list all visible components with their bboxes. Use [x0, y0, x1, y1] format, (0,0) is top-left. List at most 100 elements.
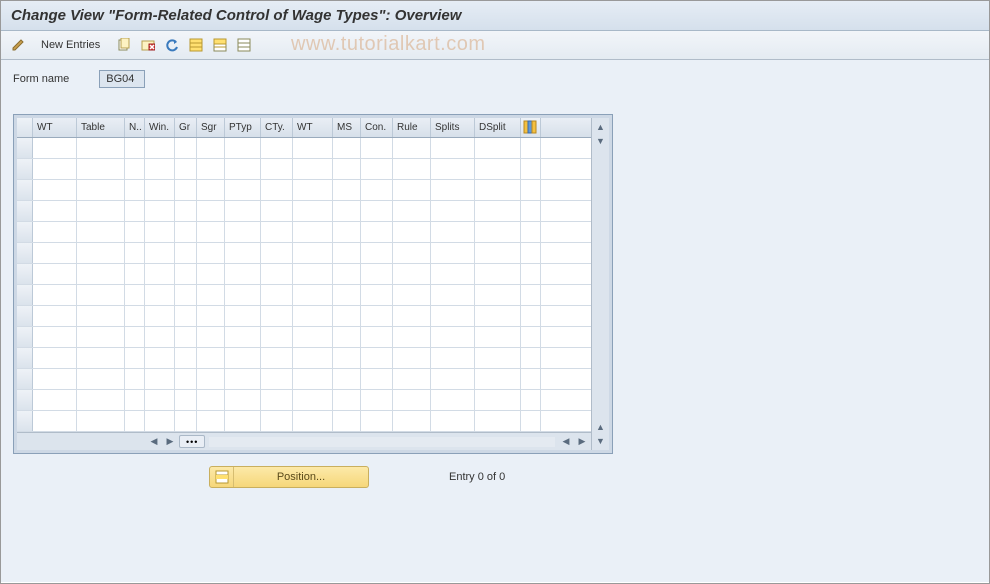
hscroll-left-icon[interactable]: ◀: [147, 435, 161, 449]
table-cell[interactable]: [393, 222, 431, 242]
table-cell[interactable]: [33, 285, 77, 305]
table-cell[interactable]: [293, 390, 333, 410]
table-cell[interactable]: [33, 180, 77, 200]
table-cell[interactable]: [293, 159, 333, 179]
table-cell[interactable]: [145, 348, 175, 368]
table-cell[interactable]: [393, 138, 431, 158]
hscroll-right2-icon[interactable]: ▶: [575, 435, 589, 449]
table-cell[interactable]: [333, 411, 361, 431]
toggle-change-icon[interactable]: [9, 36, 27, 54]
col-header-ptyp[interactable]: PTyp: [225, 118, 261, 137]
table-cell[interactable]: [333, 138, 361, 158]
table-cell[interactable]: [77, 222, 125, 242]
table-cell[interactable]: [33, 159, 77, 179]
table-cell[interactable]: [33, 138, 77, 158]
select-all-icon[interactable]: [186, 35, 206, 55]
table-cell[interactable]: [393, 369, 431, 389]
table-cell[interactable]: [77, 243, 125, 263]
table-cell[interactable]: [431, 159, 475, 179]
table-cell[interactable]: [225, 411, 261, 431]
table-cell[interactable]: [197, 201, 225, 221]
table-cell[interactable]: [261, 201, 293, 221]
table-cell[interactable]: [393, 306, 431, 326]
expand-columns-icon[interactable]: •••: [179, 435, 205, 448]
row-selector[interactable]: [17, 348, 33, 368]
table-cell[interactable]: [145, 138, 175, 158]
row-selector-header[interactable]: [17, 118, 33, 137]
table-cell[interactable]: [197, 159, 225, 179]
col-header-ms[interactable]: MS: [333, 118, 361, 137]
row-selector[interactable]: [17, 243, 33, 263]
table-cell[interactable]: [197, 411, 225, 431]
table-cell[interactable]: [175, 222, 197, 242]
select-block-icon[interactable]: [210, 35, 230, 55]
table-cell[interactable]: [475, 180, 521, 200]
row-selector[interactable]: [17, 390, 33, 410]
table-cell[interactable]: [431, 222, 475, 242]
table-cell[interactable]: [197, 327, 225, 347]
hscroll-left2-icon[interactable]: ◀: [559, 435, 573, 449]
table-cell[interactable]: [333, 180, 361, 200]
table-cell[interactable]: [475, 138, 521, 158]
col-header-sgr[interactable]: Sgr: [197, 118, 225, 137]
col-header-wt[interactable]: WT: [33, 118, 77, 137]
table-cell[interactable]: [175, 306, 197, 326]
table-cell[interactable]: [33, 306, 77, 326]
table-cell[interactable]: [125, 390, 145, 410]
table-cell[interactable]: [333, 264, 361, 284]
table-cell[interactable]: [261, 180, 293, 200]
deselect-all-icon[interactable]: [234, 35, 254, 55]
table-cell[interactable]: [431, 348, 475, 368]
table-cell[interactable]: [293, 348, 333, 368]
table-cell[interactable]: [197, 348, 225, 368]
table-cell[interactable]: [293, 306, 333, 326]
table-cell[interactable]: [125, 159, 145, 179]
table-cell[interactable]: [333, 306, 361, 326]
table-cell[interactable]: [393, 390, 431, 410]
table-cell[interactable]: [225, 159, 261, 179]
table-cell[interactable]: [125, 306, 145, 326]
table-cell[interactable]: [431, 285, 475, 305]
table-cell[interactable]: [77, 348, 125, 368]
table-cell[interactable]: [361, 159, 393, 179]
table-cell[interactable]: [393, 201, 431, 221]
table-cell[interactable]: [393, 264, 431, 284]
table-cell[interactable]: [361, 264, 393, 284]
hscroll-track[interactable]: [209, 437, 555, 447]
col-header-wt2[interactable]: WT: [293, 118, 333, 137]
table-cell[interactable]: [333, 390, 361, 410]
new-entries-button[interactable]: New Entries: [37, 37, 104, 53]
table-cell[interactable]: [197, 138, 225, 158]
row-selector[interactable]: [17, 180, 33, 200]
table-row[interactable]: [17, 390, 591, 411]
table-cell[interactable]: [125, 243, 145, 263]
table-cell[interactable]: [175, 411, 197, 431]
table-cell[interactable]: [475, 159, 521, 179]
table-cell[interactable]: [293, 327, 333, 347]
col-header-n[interactable]: N..: [125, 118, 145, 137]
table-cell[interactable]: [361, 180, 393, 200]
table-cell[interactable]: [475, 222, 521, 242]
table-cell[interactable]: [361, 306, 393, 326]
table-cell[interactable]: [475, 369, 521, 389]
table-cell[interactable]: [475, 201, 521, 221]
table-cell[interactable]: [197, 285, 225, 305]
table-cell[interactable]: [145, 243, 175, 263]
table-cell[interactable]: [225, 180, 261, 200]
table-cell[interactable]: [197, 390, 225, 410]
row-selector[interactable]: [17, 306, 33, 326]
table-cell[interactable]: [431, 390, 475, 410]
table-cell[interactable]: [77, 411, 125, 431]
table-cell[interactable]: [333, 243, 361, 263]
row-selector[interactable]: [17, 285, 33, 305]
table-cell[interactable]: [361, 411, 393, 431]
table-cell[interactable]: [293, 243, 333, 263]
table-cell[interactable]: [197, 306, 225, 326]
table-cell[interactable]: [77, 285, 125, 305]
table-cell[interactable]: [361, 327, 393, 347]
table-cell[interactable]: [33, 264, 77, 284]
table-cell[interactable]: [225, 264, 261, 284]
table-cell[interactable]: [33, 348, 77, 368]
table-cell[interactable]: [393, 159, 431, 179]
table-cell[interactable]: [475, 411, 521, 431]
